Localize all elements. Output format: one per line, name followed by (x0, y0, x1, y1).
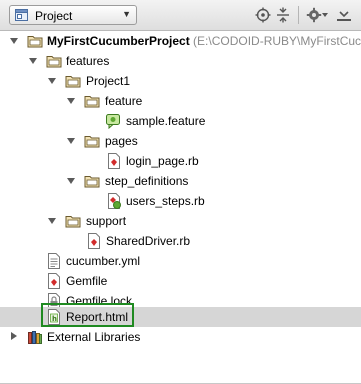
tree-node-label: Project1 (86, 74, 131, 88)
expand-arrow-icon[interactable] (29, 58, 37, 64)
tree-node-shared-driver[interactable]: SharedDriver.rb (0, 231, 361, 251)
tree-node-label: users_steps.rb (126, 194, 205, 208)
tree-node-label: features (66, 54, 110, 68)
expand-arrow-icon[interactable] (10, 38, 18, 44)
cucumber-feature-icon (105, 113, 121, 129)
gear-icon[interactable] (306, 7, 322, 23)
project-view-label: Project (35, 9, 73, 23)
highlight-annotation-box (41, 303, 134, 327)
ruby-file-icon (46, 273, 62, 289)
tree-node-label: pages (105, 134, 138, 148)
folder-icon (84, 93, 100, 109)
root-project-path: (E:\CODOID-RUBY\MyFirstCucu (193, 34, 361, 48)
tree-node-external-libraries[interactable]: External Libraries (0, 327, 361, 347)
project-toolbar: Project ▼ (0, 0, 361, 31)
expand-arrow-icon[interactable] (48, 218, 56, 224)
root-project-label: MyFirstCucumberProject (E:\CODOID-RUBY\M… (47, 34, 361, 48)
tree-node-label: step_definitions (105, 174, 189, 188)
toolbar-divider (298, 6, 299, 24)
tree-node-gemfile[interactable]: Gemfile (0, 271, 361, 291)
tree-node-support[interactable]: support (0, 211, 361, 231)
folder-icon (27, 33, 43, 49)
tree-node-label: Gemfile (66, 274, 108, 288)
tree-node-label: sample.feature (126, 114, 206, 128)
tree-node-label: SharedDriver.rb (106, 234, 191, 248)
scroll-from-source-icon[interactable] (255, 7, 271, 23)
tree-node-features[interactable]: features (0, 51, 361, 71)
folder-icon (84, 133, 100, 149)
expand-arrow-icon[interactable] (67, 178, 75, 184)
gear-dropdown-icon[interactable] (321, 11, 329, 19)
tree-node-label: feature (105, 94, 143, 108)
folder-icon (65, 213, 81, 229)
folder-icon (65, 73, 81, 89)
expand-arrow-icon[interactable] (67, 138, 75, 144)
tree-node-users-steps[interactable]: users_steps.rb (0, 191, 361, 211)
tree-node-label: External Libraries (47, 330, 141, 344)
text-file-icon (46, 253, 62, 269)
expand-arrow-icon[interactable] (67, 98, 75, 104)
tree-node-feature[interactable]: feature (0, 91, 361, 111)
tree-node-cucumber-yml[interactable]: cucumber.yml (0, 251, 361, 271)
tree-node-root[interactable]: MyFirstCucumberProject (E:\CODOID-RUBY\M… (0, 31, 361, 51)
tree-node-label: support (86, 214, 127, 228)
tree-node-step-definitions[interactable]: step_definitions (0, 171, 361, 191)
tree-node-pages[interactable]: pages (0, 131, 361, 151)
tree-node-label: cucumber.yml (66, 254, 141, 268)
ruby-file-icon (106, 153, 122, 169)
root-project-name: MyFirstCucumberProject (47, 34, 190, 48)
expand-arrow-icon[interactable] (11, 332, 17, 340)
expand-arrow-icon[interactable] (48, 78, 56, 84)
collapse-all-icon[interactable] (275, 7, 291, 23)
tree-node-project1[interactable]: Project1 (0, 71, 361, 91)
chevron-down-icon: ▼ (122, 9, 131, 19)
folder-icon (46, 53, 62, 69)
tree-node-login-page[interactable]: login_page.rb (0, 151, 361, 171)
ruby-file-icon (86, 233, 102, 249)
step-definition-file-icon (106, 193, 122, 209)
hide-panel-icon[interactable] (336, 7, 352, 23)
library-icon (27, 329, 43, 345)
tree-node-sample-feature[interactable]: sample.feature (0, 111, 361, 131)
folder-icon (84, 173, 100, 189)
project-view-icon (15, 9, 28, 21)
tree-node-label: login_page.rb (126, 154, 199, 168)
project-view-selector[interactable]: Project ▼ (9, 5, 137, 25)
